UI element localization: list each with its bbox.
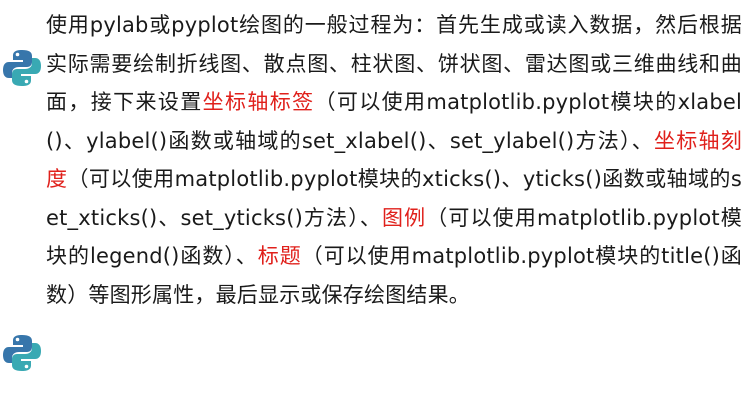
highlight-legend: 图例 <box>381 205 427 230</box>
python-logo-icon <box>3 335 41 371</box>
highlight-axis-labels: 坐标轴标签 <box>202 90 315 114</box>
body-paragraph: 使用pylab或pyplot绘图的一般过程为：首先生成或读入数据，然后根据实际需… <box>46 6 742 314</box>
python-logo-icon <box>3 50 41 86</box>
highlight-title: 标题 <box>257 244 302 268</box>
